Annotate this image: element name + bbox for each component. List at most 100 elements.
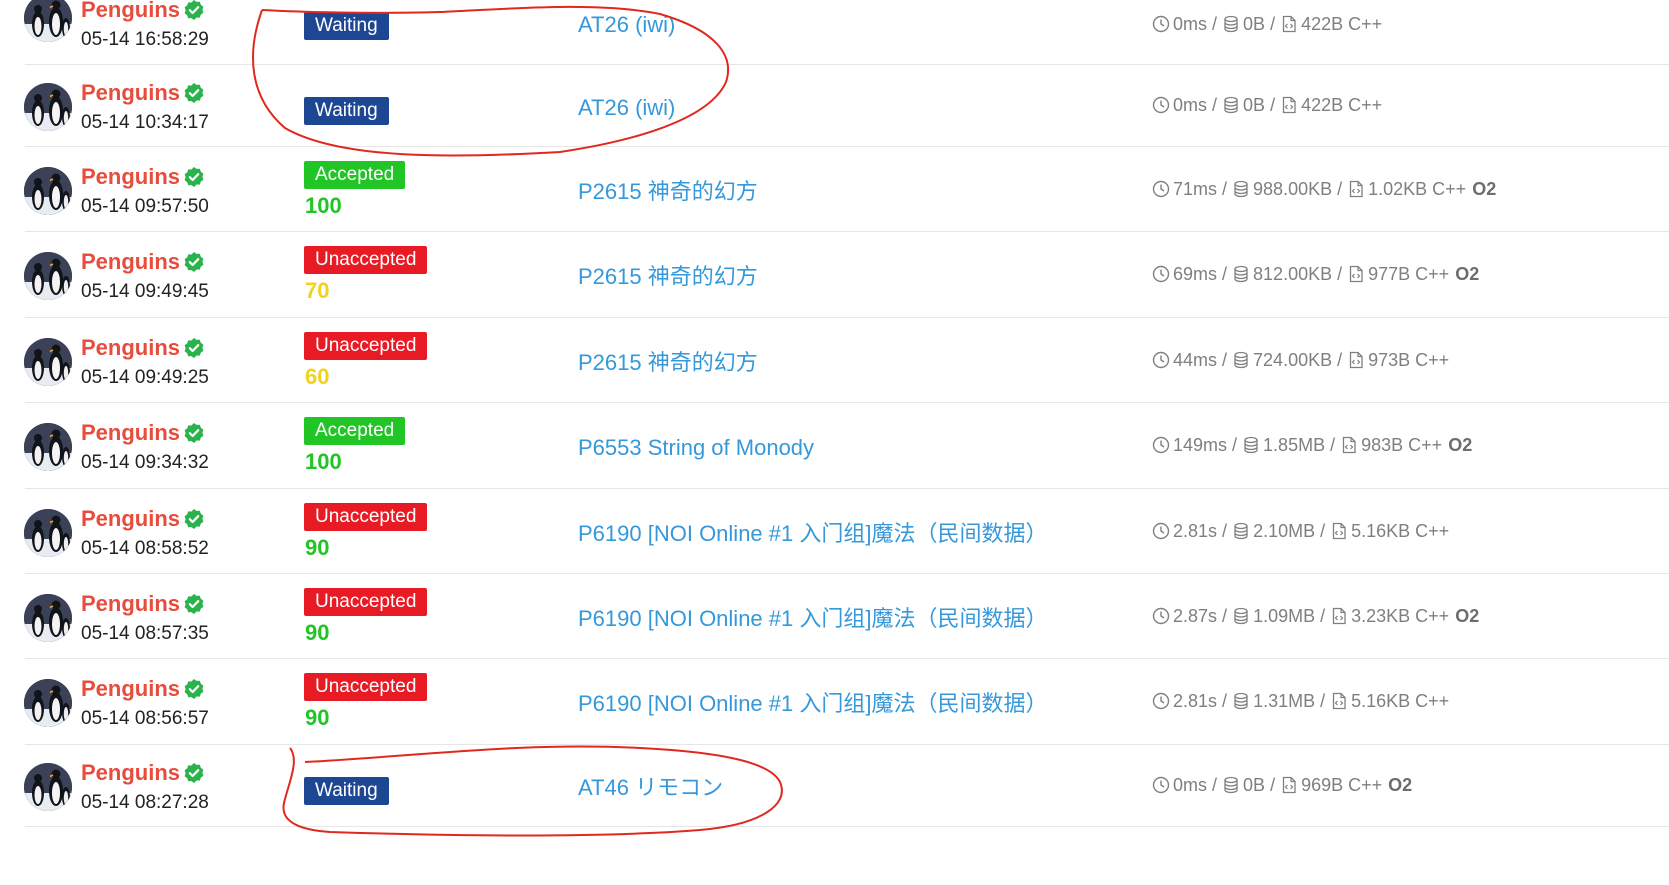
user-name-link[interactable]: Penguins [81,676,180,702]
separator: / [1222,179,1228,199]
submission-metrics: 2.87s/1.09MB/3.23KB C++ O2 [1152,605,1479,627]
code-size-value: 977B [1368,264,1411,284]
separator: / [1320,691,1326,711]
separator: / [1212,95,1218,115]
submission-row: Penguins 05-14 10:34:17 Waiting AT26 (iwi) 0… [0,65,1669,147]
verified-icon [183,166,205,188]
submission-metrics: 0ms/0B/422B C++ [1152,13,1382,35]
clock-icon [1152,96,1170,114]
avatar[interactable] [24,83,72,131]
runtime-value: 149ms [1173,435,1228,455]
clock-icon [1152,607,1170,625]
problem-link[interactable]: P2615 神奇的幻方 [578,264,758,290]
code-size-value: 973B [1368,350,1411,370]
language-label: C++ [1432,179,1467,199]
status-badge[interactable]: Waiting [304,777,389,805]
submission-row: Penguins 05-14 16:58:29 Waiting AT26 (iwi) 0… [0,0,1669,65]
database-icon [1222,96,1240,114]
avatar[interactable] [24,509,72,557]
verified-icon [183,593,205,615]
problem-link[interactable]: AT26 (iwi) [578,95,675,121]
database-icon [1222,15,1240,33]
status-badge[interactable]: Unaccepted [304,246,428,274]
language-label: C++ [1415,350,1450,370]
submission-metrics: 44ms/724.00KB/973B C++ [1152,349,1449,371]
status-badge[interactable]: Unaccepted [304,503,428,531]
verified-icon [183,762,205,784]
o2-optimization-flag: O2 [1472,179,1497,199]
submission-row: Penguins 05-14 09:57:50 Accepted 100 P2615 神… [0,147,1669,232]
user-name-link[interactable]: Penguins [81,335,180,361]
user-name-link[interactable]: Penguins [81,0,180,23]
avatar[interactable] [24,763,72,811]
runtime-value: 0ms [1173,95,1208,115]
avatar[interactable] [24,167,72,215]
verified-icon [183,337,205,359]
user-name-link[interactable]: Penguins [81,249,180,275]
clock-icon [1152,692,1170,710]
submit-time: 05-14 16:58:29 [81,29,209,50]
separator: / [1212,14,1218,34]
runtime-value: 2.81s [1173,691,1218,711]
memory-value: 812.00KB [1253,264,1333,284]
submit-time: 05-14 09:57:50 [81,196,209,217]
runtime-value: 0ms [1173,775,1208,795]
problem-link[interactable]: P6190 [NOI Online #1 入门组]魔法（民间数据） [578,691,1047,717]
clock-icon [1152,15,1170,33]
avatar[interactable] [24,0,72,42]
problem-link[interactable]: P6190 [NOI Online #1 入门组]魔法（民间数据） [578,521,1047,547]
code-file-icon [1347,180,1365,198]
submission-metrics: 2.81s/1.31MB/5.16KB C++ [1152,690,1449,712]
avatar[interactable] [24,679,72,727]
user-name-link[interactable]: Penguins [81,506,180,532]
score: 90 [305,705,330,730]
runtime-value: 2.87s [1173,606,1218,626]
separator: / [1222,350,1228,370]
user-name-link[interactable]: Penguins [81,591,180,617]
code-file-icon [1280,776,1298,794]
separator: / [1222,606,1228,626]
user-name-link[interactable]: Penguins [81,420,180,446]
verified-icon [183,422,205,444]
user-name-link[interactable]: Penguins [81,760,180,786]
submit-time: 05-14 08:27:28 [81,792,209,813]
code-file-icon [1347,351,1365,369]
status-badge[interactable]: Waiting [304,12,389,40]
submission-row: Penguins 05-14 09:34:32 Accepted 100 P6553 S… [0,403,1669,489]
status-badge[interactable]: Unaccepted [304,332,428,360]
status-badge[interactable]: Accepted [304,161,406,189]
database-icon [1222,776,1240,794]
code-file-icon [1330,607,1348,625]
database-icon [1242,436,1260,454]
verified-icon [183,82,205,104]
database-icon [1232,607,1250,625]
submission-row: Penguins 05-14 09:49:25 Unaccepted 60 P2615 … [0,318,1669,403]
avatar[interactable] [24,594,72,642]
user-name-link[interactable]: Penguins [81,164,180,190]
memory-value: 2.10MB [1253,521,1316,541]
problem-link[interactable]: AT26 (iwi) [578,12,675,38]
problem-link[interactable]: P6553 String of Monody [578,435,814,461]
verified-icon [183,0,205,21]
problem-link[interactable]: P2615 神奇的幻方 [578,350,758,376]
runtime-value: 0ms [1173,14,1208,34]
status-badge[interactable]: Unaccepted [304,673,428,701]
problem-link[interactable]: AT46 リモコン [578,775,723,801]
submission-metrics: 149ms/1.85MB/983B C++ O2 [1152,434,1472,456]
avatar[interactable] [24,423,72,471]
status-badge[interactable]: Accepted [304,417,406,445]
avatar[interactable] [24,338,72,386]
status-badge[interactable]: Waiting [304,97,389,125]
user-name-link[interactable]: Penguins [81,80,180,106]
submission-metrics: 0ms/0B/422B C++ [1152,94,1382,116]
separator: / [1270,775,1276,795]
problem-link[interactable]: P6190 [NOI Online #1 入门组]魔法（民间数据） [578,606,1047,632]
avatar[interactable] [24,252,72,300]
submission-row: Penguins 05-14 09:49:45 Unaccepted 70 P2615 … [0,232,1669,318]
status-badge[interactable]: Unaccepted [304,588,428,616]
score: 90 [305,620,330,645]
score: 60 [305,364,330,389]
submit-time: 05-14 08:56:57 [81,708,209,729]
submission-row: Penguins 05-14 08:58:52 Unaccepted 90 P6190 … [0,489,1669,574]
problem-link[interactable]: P2615 神奇的幻方 [578,179,758,205]
